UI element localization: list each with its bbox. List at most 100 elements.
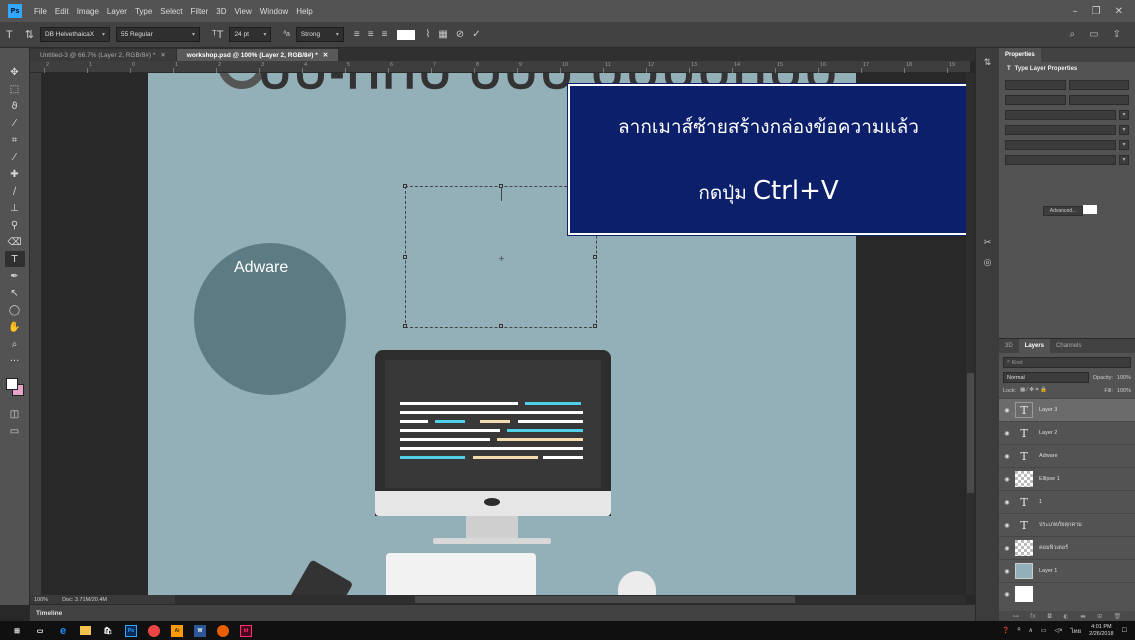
layer-filter-input[interactable]: ⌕ Kind [1003, 357, 1131, 368]
close-icon[interactable]: ✕ [323, 51, 328, 59]
resize-handle[interactable] [403, 324, 407, 328]
more-tools-icon[interactable]: ··· [5, 353, 25, 369]
mask-icon[interactable]: ◘ [1047, 613, 1052, 620]
adjustment-icon[interactable]: ◐ [1063, 613, 1068, 620]
resize-handle[interactable] [593, 324, 597, 328]
layer-name[interactable]: Layer 3 [1039, 407, 1057, 413]
link-icon[interactable]: ⊶ [1013, 613, 1019, 620]
font-style-field[interactable] [1005, 124, 1116, 135]
search-icon[interactable]: ⌕ [1070, 29, 1076, 40]
resize-handle[interactable] [593, 255, 597, 259]
layer-row[interactable]: ◉ T Layer 2 [999, 421, 1135, 444]
visibility-eye-icon[interactable]: ◉ [999, 453, 1015, 460]
windows-start-icon[interactable]: ⊞ [11, 625, 23, 637]
commit-icon[interactable]: ✓ [472, 29, 480, 40]
hand-tool-icon[interactable]: ✋ [5, 319, 25, 335]
zoom-level[interactable]: 100% [34, 597, 48, 603]
language-indicator[interactable]: ไทย [1071, 626, 1082, 636]
scrollbar-thumb[interactable] [415, 596, 795, 603]
visibility-eye-icon[interactable]: ◉ [999, 430, 1015, 437]
pen-tool-icon[interactable]: ✒ [5, 268, 25, 284]
layer-row[interactable]: ◉ T ประเภทภัยคุกคาม [999, 513, 1135, 536]
font-family-select[interactable]: DB HelvethaicaX ▾ [39, 27, 110, 42]
font-family-field[interactable] [1005, 109, 1116, 120]
visibility-eye-icon[interactable]: ◉ [999, 476, 1015, 483]
tracking-field[interactable] [1005, 154, 1116, 165]
chevron-down-icon[interactable]: ▾ [1119, 124, 1129, 135]
scrollbar-thumb[interactable] [967, 373, 974, 493]
visibility-eye-icon[interactable]: ◉ [999, 568, 1015, 575]
property-field[interactable] [1068, 79, 1129, 90]
layer-row[interactable]: ◉ T Adware [999, 444, 1135, 467]
zoom-tool-icon[interactable]: ⌕ [5, 336, 25, 352]
path-select-tool-icon[interactable]: ↖ [5, 285, 25, 301]
tab-3d[interactable]: 3D [999, 339, 1019, 353]
clock[interactable]: 4:01 PM 2/26/2018 [1089, 624, 1113, 638]
store-icon[interactable]: 🛍 [102, 625, 114, 637]
warp-text-icon[interactable]: ⌇ [425, 29, 430, 40]
close-icon[interactable]: ✕ [1115, 6, 1123, 17]
visibility-eye-icon[interactable]: ◉ [999, 522, 1015, 529]
cancel-icon[interactable]: ⊘ [456, 29, 464, 40]
foreground-color[interactable] [5, 378, 18, 390]
file-explorer-icon[interactable] [80, 626, 91, 635]
layer-row[interactable]: ◉ Layer 1 [999, 559, 1135, 582]
tab-untitled-3[interactable]: Untitled-3 @ 66.7% (Layer 2, RGB/8#) * ✕ [30, 49, 176, 61]
menu-image[interactable]: Image [73, 7, 103, 16]
chevron-down-icon[interactable]: ▾ [1119, 154, 1129, 165]
adware-label[interactable]: Adware [234, 259, 288, 277]
layer-row[interactable]: ◉ Ellipse 1 [999, 467, 1135, 490]
menu-view[interactable]: View [231, 7, 256, 16]
notifications-icon[interactable]: ☐ [1122, 627, 1127, 634]
restore-icon[interactable]: ❐ [1092, 6, 1101, 17]
word-icon[interactable]: W [194, 624, 206, 637]
tab-layers[interactable]: Layers [1018, 339, 1051, 353]
opacity-value[interactable]: 100% [1117, 375, 1131, 381]
edge-icon[interactable]: e [57, 625, 69, 637]
menu-window[interactable]: Window [256, 7, 292, 16]
type-tool-icon[interactable]: T [4, 251, 25, 267]
quick-select-tool-icon[interactable]: ⁄ [5, 115, 25, 131]
share-icon[interactable]: ⇪ [1113, 29, 1121, 40]
layer-row[interactable]: ◉ T 1 [999, 490, 1135, 513]
tools-preset-icon[interactable]: ✂ [984, 238, 992, 248]
toggle-text-orientation-icon[interactable]: ⇅ [25, 28, 34, 41]
menu-help[interactable]: Help [292, 7, 316, 16]
layer-name[interactable]: คอมพิวเตอร์ [1039, 544, 1068, 552]
menu-file[interactable]: File [30, 7, 51, 16]
quick-mask-icon[interactable]: ◫ [5, 406, 25, 422]
lasso-tool-icon[interactable]: ϑ [5, 98, 25, 114]
brush-tool-icon[interactable]: ∕ [5, 183, 25, 199]
trash-icon[interactable]: 🗑 [1114, 613, 1122, 620]
history-brush-icon[interactable]: ⚲ [5, 217, 25, 233]
horizontal-scrollbar[interactable] [175, 595, 966, 604]
font-style-select[interactable]: 55 Regular ▾ [115, 27, 200, 42]
font-size-field[interactable] [1005, 139, 1116, 150]
type-tool-preset-icon[interactable]: T [6, 29, 13, 41]
color-swatches[interactable] [4, 376, 26, 398]
align-center-icon[interactable]: ≡ [368, 29, 374, 40]
layer-name[interactable]: ประเภทภัยคุกคาม [1039, 521, 1082, 529]
close-icon[interactable]: ✕ [160, 51, 165, 59]
eraser-tool-icon[interactable]: ⌫ [5, 234, 25, 250]
character-panel-icon[interactable]: ▦ [438, 29, 447, 40]
tab-properties[interactable]: Properties [999, 48, 1041, 62]
move-tool-icon[interactable]: ✥ [5, 64, 25, 80]
adjustments-icon[interactable]: ◎ [984, 258, 992, 268]
eyedropper-tool-icon[interactable]: ⁄ [5, 149, 25, 165]
antialias-select[interactable]: Strong ▾ [295, 27, 344, 42]
resize-handle[interactable] [403, 184, 407, 188]
minimize-icon[interactable]: – [1073, 6, 1078, 17]
menu-edit[interactable]: Edit [51, 7, 73, 16]
blend-mode-select[interactable]: Normal [1003, 372, 1089, 383]
visibility-eye-icon[interactable]: ◉ [999, 545, 1015, 552]
fx-icon[interactable]: fx [1030, 613, 1036, 620]
text-color-swatch[interactable] [1083, 205, 1097, 214]
chevron-down-icon[interactable]: ▾ [1119, 109, 1129, 120]
volume-icon[interactable]: ◁× [1055, 627, 1063, 634]
menu-layer[interactable]: Layer [103, 7, 131, 16]
layer-row[interactable]: ◉ คอมพิวเตอร์ [999, 536, 1135, 559]
properties-panel-icon[interactable]: ⇅ [984, 58, 992, 68]
timeline-label[interactable]: Timeline [36, 610, 62, 617]
tray-chevron-icon[interactable]: ∧ [1028, 627, 1032, 634]
